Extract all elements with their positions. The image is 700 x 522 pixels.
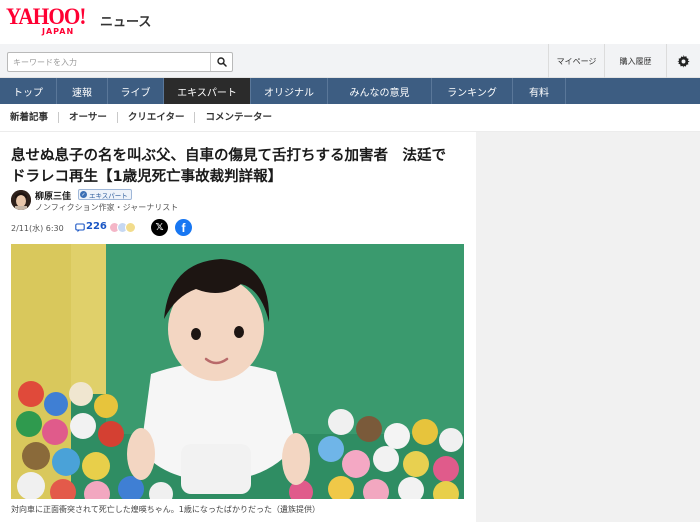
author-avatar[interactable] (11, 190, 31, 210)
yahoo-japan-logo[interactable]: YAHOO! JAPAN (6, 4, 102, 36)
global-nav: トップ 速報 ライブ エキスパート オリジナル みんなの意見 ランキング 有料 (0, 78, 700, 104)
search-button[interactable] (210, 53, 232, 71)
share-x-button[interactable]: 𝕏 (151, 219, 168, 236)
author-name[interactable]: 柳原三佳 (35, 189, 71, 202)
nav-tab-opinions[interactable]: みんなの意見 (328, 78, 432, 104)
subnav-authors[interactable]: オーサー (59, 112, 118, 123)
nav-tab-ranking[interactable]: ランキング (432, 78, 513, 104)
mypage-link[interactable]: マイページ (548, 44, 604, 78)
gear-icon (677, 54, 690, 68)
facebook-logo-icon: f (181, 220, 186, 235)
purchase-history-link[interactable]: 購入履歴 (604, 44, 666, 78)
subnav-creators[interactable]: クリエイター (118, 112, 196, 123)
nav-tab-breaking[interactable]: 速報 (57, 78, 108, 104)
reaction-icons[interactable] (109, 222, 136, 233)
expert-badge-label: エキスパート (89, 191, 128, 200)
logo-subtext: JAPAN (42, 27, 75, 36)
nav-tab-top[interactable]: トップ (0, 78, 57, 104)
nav-tab-expert[interactable]: エキスパート (164, 78, 251, 104)
publish-date: 2/11(水) 6:30 (11, 224, 64, 233)
subnav-latest[interactable]: 新着記事 (0, 112, 60, 123)
article-meta: 2/11(水) 6:30 226 𝕏 f (11, 219, 311, 237)
reaction-think-icon (125, 222, 136, 233)
article-photo[interactable] (11, 244, 464, 499)
site-header: YAHOO! JAPAN ニュース (0, 0, 700, 44)
author-byline: 柳原三佳 ✓ エキスパート ノンフィクション作家・ジャーナリスト (11, 189, 311, 213)
x-logo-icon: 𝕏 (155, 222, 164, 233)
search-icon (216, 57, 227, 67)
news-service-label[interactable]: ニュース (100, 11, 151, 30)
share-facebook-button[interactable]: f (175, 219, 192, 236)
expert-badge: ✓ エキスパート (78, 189, 132, 200)
author-description: ノンフィクション作家・ジャーナリスト (35, 203, 179, 212)
nav-tab-live[interactable]: ライブ (108, 78, 164, 104)
settings-button[interactable] (666, 44, 700, 78)
search-input[interactable] (8, 53, 210, 71)
avatar-portrait-icon (11, 190, 31, 210)
article-title: 息せぬ息子の名を叫ぶ父、自車の傷見て舌打ちする加害者 法廷で ドラレコ再生【1歳… (11, 146, 471, 188)
search-box (7, 52, 233, 72)
verified-check-icon: ✓ (80, 191, 87, 198)
expert-sub-nav: 新着記事 オーサー クリエイター コメンテーター (0, 104, 700, 132)
comment-icon[interactable] (75, 223, 85, 233)
subnav-commentators[interactable]: コメンテーター (195, 112, 282, 123)
article-card: 息せぬ息子の名を叫ぶ父、自車の傷見て舌打ちする加害者 法廷で ドラレコ再生【1歳… (0, 132, 476, 522)
child-in-ball-pit-image (11, 244, 464, 499)
article-title-line1: 息せぬ息子の名を叫ぶ父、自車の傷見て舌打ちする加害者 法廷で (11, 148, 446, 164)
nav-tab-original[interactable]: オリジナル (251, 78, 328, 104)
photo-caption: 対向車に正面衝突されて死亡した煌暎ちゃん。1歳になったばかりだった（遺族提供） (11, 505, 321, 514)
article-title-line2: ドラレコ再生【1歳児死亡事故裁判詳報】 (11, 169, 283, 185)
nav-tab-paid[interactable]: 有料 (513, 78, 566, 104)
comment-count[interactable]: 226 (86, 221, 107, 232)
